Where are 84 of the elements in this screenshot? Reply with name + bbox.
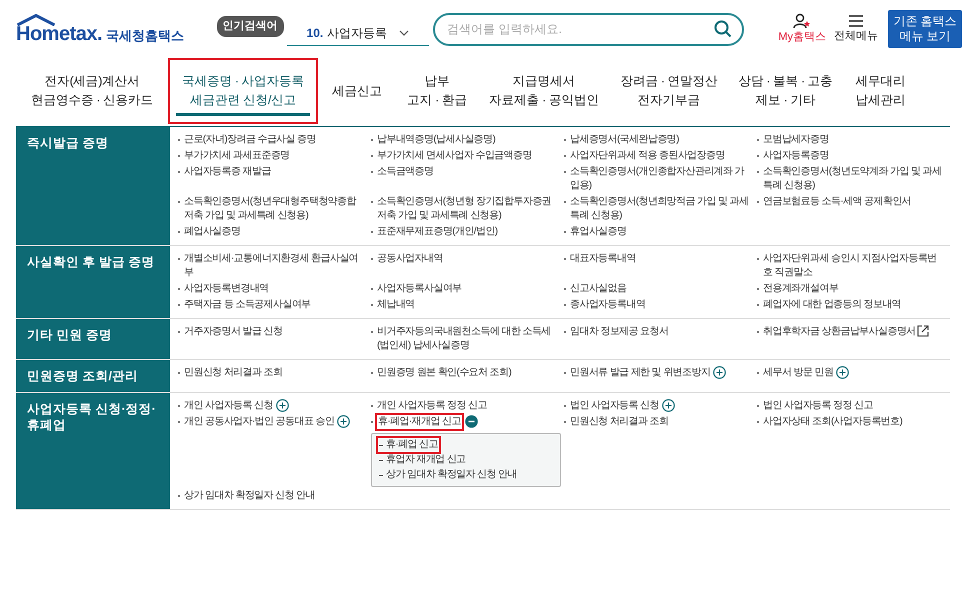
menu-link[interactable]: 종사업자등록내역 (570, 298, 646, 312)
house-logo-icon (16, 14, 56, 26)
nav-tab[interactable]: 국세증명 · 사업자등록 세금관련 신청/신고 (168, 58, 318, 124)
external-link-icon[interactable] (916, 325, 929, 337)
menu-link[interactable]: 개인 사업자등록 신청 (184, 399, 273, 413)
menu-link[interactable]: 소득확인증명서(개인종합자산관리계좌 가입용) (570, 165, 751, 193)
menu-link[interactable]: 세무서 방문 민원 (763, 366, 834, 380)
menu-link[interactable]: 대표자등록내역 (570, 252, 636, 266)
search-field[interactable]: 검색어를 입력하세요. (433, 12, 744, 46)
plus-circle-icon[interactable] (836, 366, 850, 379)
nav-tab[interactable]: 납부 고지 · 환급 (396, 58, 478, 124)
full-menu-link[interactable]: 전체메뉴 (834, 14, 878, 44)
plus-circle-icon[interactable] (276, 399, 289, 412)
menu-link[interactable]: 연금보험료등 소득·세액 공제확인서 (763, 195, 912, 209)
menu-link[interactable]: 비거주자등의국내원천소득에 대한 소득세(법인세) 납세사실증명 (377, 325, 558, 353)
menu-link[interactable]: 민원증명 원본 확인(수요처 조회) (377, 366, 512, 380)
menu-link[interactable]: 부가가치세 과세표준증명 (184, 149, 290, 163)
chevron-down-icon (399, 30, 410, 36)
user-star-icon (793, 12, 812, 29)
menu-link[interactable]: 취업후학자금 상환금납부사실증명서 (763, 325, 916, 339)
section-title: 즉시발급 증명 (27, 135, 110, 151)
menu-link[interactable]: 사업자등록변경내역 (184, 282, 269, 296)
menu-link[interactable]: 민원서류 발급 제한 및 위변조방지 (570, 366, 710, 380)
menu-link[interactable]: 폐업자에 대한 업종등의 정보내역 (763, 298, 902, 312)
submenu-link[interactable]: 휴·폐업 신고 (378, 438, 439, 452)
menu-link[interactable]: 근로(자녀)장려금 수급사실 증명 (184, 133, 316, 147)
menu-link[interactable]: 납부내역증명(납세사실증명) (377, 133, 496, 147)
menu-link[interactable]: 표준재무제표증명(개인/법인) (377, 225, 498, 239)
nav-tab[interactable]: 장려금 · 연말정산 전자기부금 (610, 58, 728, 124)
plus-circle-icon[interactable] (337, 415, 350, 428)
menu-link[interactable]: 신고사실없음 (570, 282, 626, 296)
menu-link[interactable]: 공동사업자내역 (377, 252, 443, 266)
logo-text[interactable]: Hometax. (16, 24, 102, 44)
menu-link[interactable]: 거주자증명서 발급 신청 (184, 325, 282, 339)
nav-tab[interactable]: 전자(세금)계산서 현금영수증 · 신용카드 (16, 58, 168, 124)
menu-link[interactable]: 사업자등록사실여부 (377, 282, 462, 296)
legacy-menu-button[interactable]: 기존 홈택스 메뉴 보기 (888, 10, 962, 48)
nav-tab[interactable]: 세무대리 납세관리 (843, 58, 918, 124)
menu-link[interactable]: 휴·폐업·재개업 신고 (377, 415, 462, 429)
popular-keyword-dropdown[interactable]: 10. 사업자등록 (286, 20, 430, 46)
minus-circle-icon[interactable] (464, 415, 478, 428)
menu-link[interactable]: 폐업사실증명 (184, 225, 240, 239)
menu-link[interactable]: 개별소비세·교통에너지환경세 환급사실여부 (184, 252, 365, 280)
plus-circle-icon[interactable] (662, 399, 675, 412)
menu-icon (848, 14, 864, 28)
nav-tab[interactable]: 상담 · 불복 · 고충 제보 · 기타 (728, 58, 843, 124)
menu-link[interactable]: 전용계좌개설여부 (763, 282, 838, 296)
menu-link[interactable]: 상가 임대차 확정일자 신청 안내 (184, 489, 315, 503)
menu-link[interactable]: 부가가치세 면세사업자 수입금액증명 (377, 149, 532, 163)
menu-link[interactable]: 소득확인증명서(청년희망적금 가입 및 과세특례 신청용) (570, 195, 751, 223)
menu-link[interactable]: 체납내역 (377, 298, 415, 312)
menu-link[interactable]: 모범납세자증명 (763, 133, 829, 147)
nav-tab[interactable]: 지급명세서 자료제출 · 공익법인 (478, 58, 610, 124)
plus-circle-icon[interactable] (713, 366, 726, 379)
menu-link[interactable]: 사업자단위과세 승인시 지점사업자등록번호 직권말소 (763, 252, 944, 280)
submenu-link[interactable]: 상가 임대차 확정일자 신청 안내 (378, 468, 518, 482)
menu-link[interactable]: 사업자등록증명 (763, 149, 829, 163)
section-title: 사업자등록 신청·정정· 휴폐업 (27, 401, 157, 433)
menu-link[interactable]: 민원신청 처리결과 조회 (570, 415, 668, 429)
menu-link[interactable]: 소득금액증명 (377, 165, 434, 179)
menu-link[interactable]: 납세증명서(국세완납증명) (570, 133, 679, 147)
section-title: 민원증명 조회/관리 (27, 368, 139, 384)
menu-link[interactable]: 소득확인증명서(청년도약계좌 가입 및 과세특례 신청용) (763, 165, 944, 193)
menu-link[interactable]: 법인 사업자등록 신청 (570, 399, 659, 413)
section-title: 기타 민원 증명 (27, 327, 113, 343)
menu-link[interactable]: 개인 공동사업자·법인 공동대표 승인 (184, 415, 334, 429)
menu-link[interactable]: 임대차 정보제공 요청서 (570, 325, 668, 339)
menu-link[interactable]: 민원신청 처리결과 조회 (184, 366, 282, 380)
menu-link[interactable]: 휴업사실증명 (570, 225, 626, 239)
search-icon[interactable] (714, 20, 732, 38)
popular-search-badge: 인기검색어 (216, 16, 284, 36)
menu-link[interactable]: 사업자등록증 재발급 (184, 165, 271, 179)
menu-link[interactable]: 사업자상태 조회(사업자등록번호) (763, 415, 902, 429)
menu-link[interactable]: 소득확인증명서(청년형 장기집합투자증권저축 가입 및 과세특례 신청용) (377, 195, 558, 223)
submenu-link[interactable]: 휴업자 재개업 신고 (378, 453, 467, 467)
menu-link[interactable]: 법인 사업자등록 정정 신고 (763, 399, 873, 413)
menu-link[interactable]: 사업자단위과세 적용 종된사업장증명 (570, 149, 725, 163)
menu-link[interactable]: 개인 사업자등록 정정 신고 (377, 399, 487, 413)
menu-link[interactable]: 소득확인증명서(청년우대형주택청약종합저축 가입 및 과세특례 신청용) (184, 195, 365, 223)
section-title: 사실확인 후 발급 증명 (27, 254, 156, 270)
menu-link[interactable]: 주택자금 등 소득공제사실여부 (184, 298, 311, 312)
my-hometax-link[interactable]: My홈택스 (778, 12, 826, 46)
logo-subtitle: 국세청홈택스 (106, 29, 184, 42)
nav-tab[interactable]: 세금신고 (318, 58, 396, 124)
